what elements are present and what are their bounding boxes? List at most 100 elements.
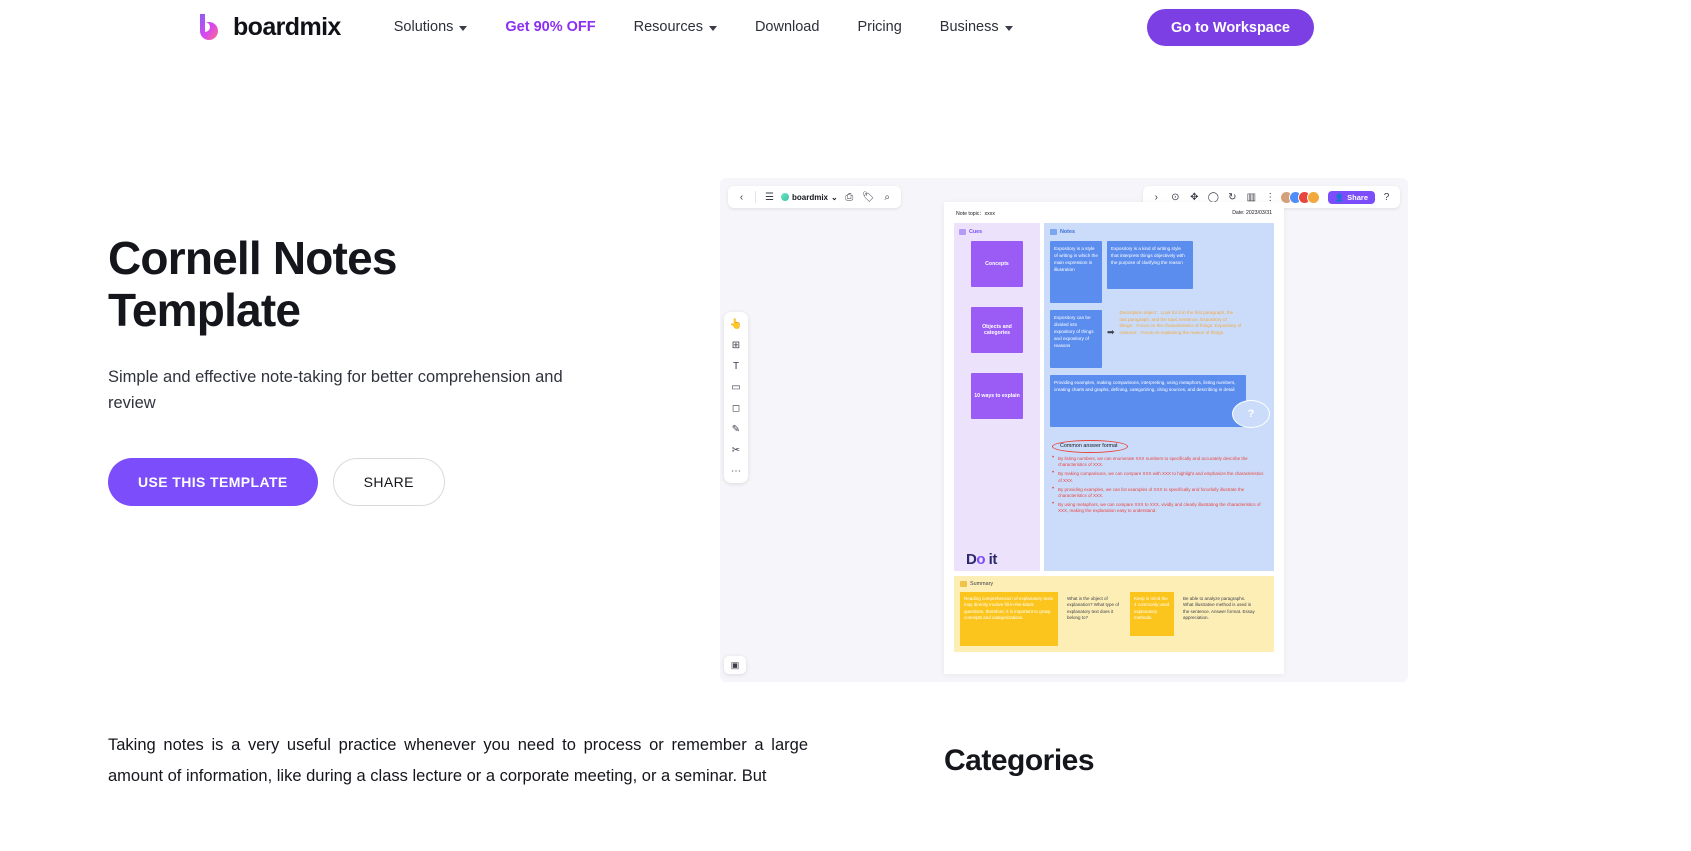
whiteboard-brand[interactable]: boardmix ⌄ (781, 193, 838, 202)
nav-item-solutions[interactable]: Solutions (375, 11, 487, 43)
notes-title-label: Notes (1060, 229, 1075, 235)
cues-title: Cues (959, 229, 1035, 235)
article-column: Taking notes is a very useful practice w… (0, 730, 810, 792)
summary-cards: Reading comprehension of explanatory tex… (960, 592, 1268, 646)
nav-item-promo[interactable]: Get 90% OFF (486, 11, 614, 43)
chevron-down-icon (708, 25, 717, 31)
cornell-board: Note topic：xxxx Date: 2023/03/31 Cues Co… (944, 202, 1284, 674)
cue-card[interactable]: 10 ways to explain (971, 373, 1023, 419)
whiteboard-tool-rail: 👆 ⊞ T ▭ ◻ ✎ ✂ ⋯ (724, 312, 748, 483)
nav-item-resources[interactable]: Resources (615, 11, 736, 43)
divider (755, 191, 756, 203)
boardmix-b-logo-icon (196, 12, 224, 42)
template-preview[interactable]: ‹ ☰ boardmix ⌄ ⎙ 🏷 ⌕ › ⊙ ✥ ◯ ↻ ▥ ⋮ 👤 Sha… (720, 178, 1408, 682)
logo[interactable]: boardmix (196, 12, 341, 42)
whiteboard-toolbar-left: ‹ ☰ boardmix ⌄ ⎙ 🏷 ⌕ (728, 186, 901, 208)
hero-text-block: Cornell Notes Template Simple and effect… (0, 100, 620, 506)
chevron-down-icon: ⌄ (831, 192, 838, 202)
cue-card[interactable]: Concepts (971, 241, 1023, 287)
page-title-line1: Cornell Notes (108, 232, 397, 284)
notes-icon (1050, 229, 1057, 235)
share-person-icon: 👤 (1334, 192, 1345, 202)
whiteboard-brand-label: boardmix (792, 192, 829, 202)
cues-icon (959, 229, 966, 235)
frame-icon[interactable]: ⊞ (729, 338, 744, 352)
note-card[interactable]: Expository is a style of writing in whic… (1050, 241, 1102, 303)
summary-section: Summary Reading comprehension of explana… (954, 576, 1274, 652)
summary-card[interactable]: Reading comprehension of explanatory tex… (960, 592, 1058, 646)
whiteboard-share-button[interactable]: 👤 Share (1327, 190, 1375, 204)
description-text: Description object：Look for it in the fi… (1119, 310, 1242, 335)
board-columns: Cues Concepts Objects and categories 10 … (954, 223, 1274, 571)
board-date-label: Date: 2023/03/31 (1232, 210, 1272, 216)
hero-subtitle: Simple and effective note-taking for bet… (108, 368, 563, 412)
list-item: By providing examples, we can list examp… (1052, 486, 1268, 500)
note-card[interactable]: Expository can be divided into expositor… (1050, 310, 1102, 368)
common-answer-format-label: Common answer format (1052, 440, 1128, 453)
doit-o: o (976, 551, 986, 568)
cursor-select-icon[interactable]: 👆 (729, 317, 744, 331)
notes-column: Notes Expository is a style of writing i… (1044, 223, 1274, 571)
nav-item-download[interactable]: Download (736, 11, 839, 43)
summary-card[interactable]: Be able to analyze paragraphs. What illu… (1179, 592, 1259, 626)
avatar-group[interactable] (1279, 190, 1320, 204)
board-header: Note topic：xxxx Date: 2023/03/31 (954, 210, 1274, 217)
connector-icon[interactable]: ✂ (729, 443, 744, 457)
search-icon[interactable]: ⌕ (880, 190, 895, 205)
cue-card[interactable]: Objects and categories (971, 307, 1023, 353)
note-row: Expository is a style of writing in whic… (1050, 241, 1268, 303)
hero-section: Cornell Notes Template Simple and effect… (0, 54, 1691, 682)
pen-icon[interactable]: ✎ (729, 422, 744, 436)
save-icon[interactable]: ⎙ (842, 190, 857, 205)
logo-text: boardmix (233, 12, 341, 41)
share-button[interactable]: SHARE (332, 458, 445, 506)
arrow-right-icon: ➡ (1107, 327, 1115, 337)
list-item: By making comparisons, we can compare XX… (1052, 470, 1268, 484)
nav-item-business[interactable]: Business (921, 11, 1032, 43)
hamburger-menu-icon[interactable]: ☰ (762, 190, 777, 205)
article-paragraph: Taking notes is a very useful practice w… (108, 736, 808, 785)
summary-card[interactable]: Keep in mind the 4 commonly used explana… (1130, 592, 1174, 636)
nav-label: Download (754, 19, 820, 35)
list-item: By using metaphors, we can compare XXX t… (1052, 501, 1268, 515)
note-card[interactable]: Providing examples, making comparisons, … (1050, 375, 1246, 427)
nav-label: Pricing (857, 19, 902, 35)
page-title-line2: Template (108, 284, 301, 336)
content-section: Taking notes is a very useful practice w… (0, 730, 1691, 792)
cues-title-label: Cues (969, 229, 983, 235)
tag-icon[interactable]: 🏷 (861, 190, 876, 205)
more-dots-icon[interactable]: ⋯ (729, 464, 744, 478)
note-card[interactable]: Expository is a kind of writing style th… (1107, 241, 1193, 289)
categories-title: Categories (944, 744, 1095, 777)
cloud-icon (781, 193, 789, 201)
shape-icon[interactable]: ◻ (729, 401, 744, 415)
chevron-down-icon (459, 25, 468, 31)
bullet-list: By listing numbers, we can enumerate XXX… (1050, 455, 1268, 515)
summary-card[interactable]: What is the object of explanation? What … (1063, 592, 1125, 626)
share-label: Share (1347, 192, 1368, 202)
main-nav: Solutions Get 90% OFF Resources Download… (375, 11, 1032, 43)
use-this-template-button[interactable]: USE THIS TEMPLATE (108, 458, 318, 506)
thought-bubble-icon: ? (1232, 400, 1270, 428)
note-row: Expository can be divided into expositor… (1050, 310, 1268, 368)
summary-icon (960, 581, 967, 587)
nav-label: Resources (633, 19, 703, 35)
doit-logo: Do it (966, 551, 997, 568)
hero-buttons: USE THIS TEMPLATE SHARE (108, 458, 620, 506)
nav-label: Business (939, 19, 999, 35)
minimap-icon[interactable]: ▣ (724, 656, 746, 674)
summary-title-label: Summary (970, 581, 994, 587)
go-to-workspace-button[interactable]: Go to Workspace (1147, 9, 1314, 46)
help-circle-icon[interactable]: ? (1379, 190, 1394, 205)
nav-item-pricing[interactable]: Pricing (838, 11, 920, 43)
chevron-left-icon[interactable]: ‹ (734, 190, 749, 205)
cues-column: Cues Concepts Objects and categories 10 … (954, 223, 1040, 571)
text-icon[interactable]: T (729, 359, 744, 373)
sticky-note-icon[interactable]: ▭ (729, 380, 744, 394)
summary-title: Summary (960, 581, 1268, 587)
notes-title: Notes (1050, 229, 1268, 235)
site-header: boardmix Solutions Get 90% OFF Resources… (0, 0, 1691, 54)
nav-label: Get 90% OFF (505, 19, 596, 35)
list-item: By listing numbers, we can enumerate XXX… (1052, 455, 1268, 469)
avatar (1306, 190, 1320, 204)
